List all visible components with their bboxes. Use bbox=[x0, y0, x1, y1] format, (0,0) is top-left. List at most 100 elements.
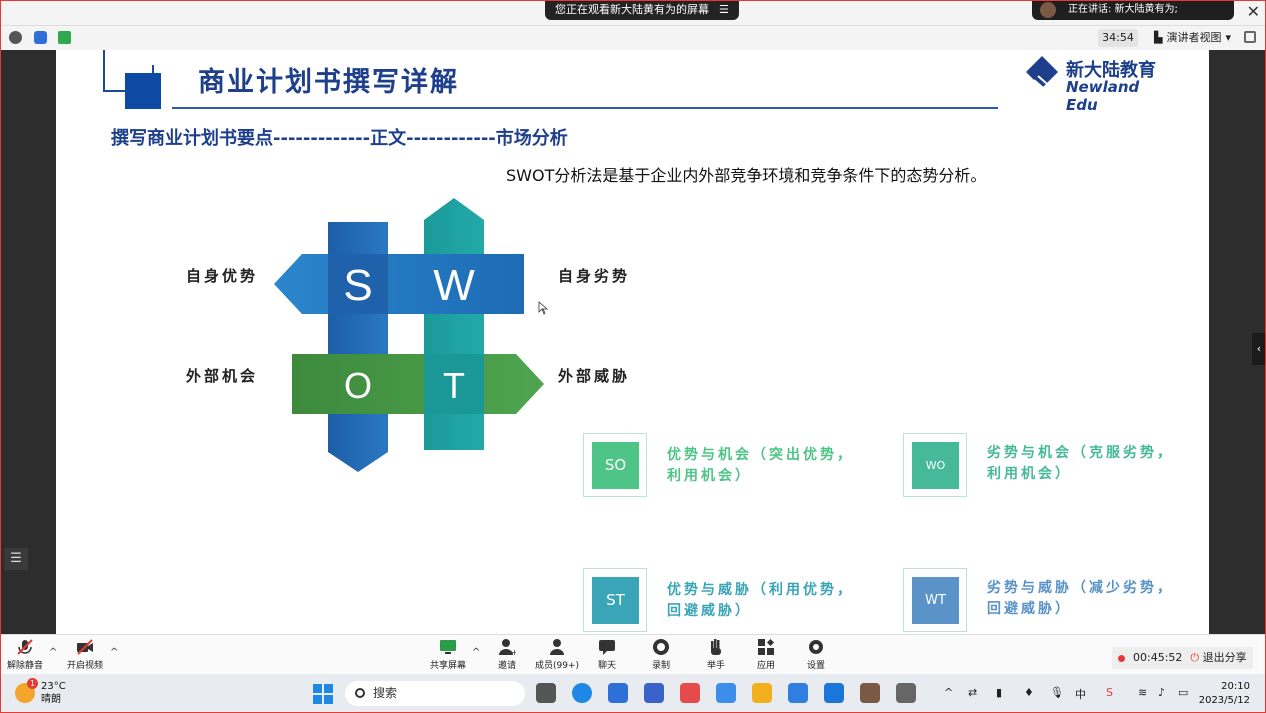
speaker-avatar bbox=[1040, 2, 1056, 18]
settings-button[interactable]: 设置 bbox=[791, 638, 841, 671]
chevron-up-icon[interactable]: ^ bbox=[49, 647, 57, 658]
invite-button[interactable]: + 邀请 bbox=[482, 638, 532, 671]
notification-badge: 1 bbox=[27, 678, 38, 689]
left-gutter bbox=[0, 50, 56, 634]
share-banner-text: 您正在观看新大陆黄有为的屏幕 bbox=[555, 3, 709, 16]
layout-icon: ▙ bbox=[1154, 31, 1163, 44]
wifi-icon[interactable]: ≋ bbox=[1138, 686, 1147, 699]
sogou-icon[interactable]: S bbox=[1106, 686, 1113, 699]
slide-title: 商业计划书撰写详解 bbox=[198, 67, 459, 98]
view-mode-button[interactable]: ▙ 演讲者视图 ▾ bbox=[1148, 29, 1237, 47]
app-tray-icon[interactable]: ▮ bbox=[996, 686, 1002, 699]
taskbar-search[interactable]: 搜索 bbox=[345, 681, 525, 706]
meeting-toolbar: 解除静音 ^ 开启视频 ^ 共享屏幕 ^ + 邀请 成员(99+) 聊天 录制 bbox=[0, 634, 1266, 674]
shared-slide: 商业计划书撰写详解 新大陆教育 Newland Edu 撰写商业计划书要点---… bbox=[56, 50, 1209, 634]
weather-condition: 晴朗 bbox=[41, 694, 61, 705]
speaking-text: 正在讲话: 新大陆黄有为; bbox=[1068, 4, 1178, 15]
members-button[interactable]: 成员(99+) bbox=[532, 638, 582, 671]
swot-letter-o: O bbox=[344, 365, 372, 406]
invite-label: 邀请 bbox=[497, 661, 516, 671]
task-view-icon[interactable] bbox=[536, 683, 556, 703]
user-app-icon[interactable] bbox=[860, 683, 880, 703]
microphone-icon[interactable]: 🎙 bbox=[1050, 686, 1064, 699]
sync-icon[interactable]: ⇄ bbox=[968, 686, 977, 699]
share-screen-button[interactable]: 共享屏幕 bbox=[423, 638, 473, 671]
raise-hand-button[interactable]: 举手 bbox=[691, 638, 741, 671]
file-explorer-icon[interactable] bbox=[752, 683, 772, 703]
apps-button[interactable]: 应用 bbox=[741, 638, 791, 671]
video-off-icon bbox=[77, 639, 93, 655]
app-icon[interactable] bbox=[644, 683, 664, 703]
meeting-top-bar: 您正在观看新大陆黄有为的屏幕 ☰ 正在讲话: 新大陆黄有为; ✕ bbox=[0, 0, 1266, 26]
windows-start-icon[interactable] bbox=[313, 684, 333, 704]
microphone-muted-icon bbox=[17, 639, 33, 655]
weather-widget[interactable]: 1 23°C 晴朗 bbox=[15, 678, 66, 706]
slide-description: SWOT分析法是基于企业内外部竞争环境和竞争条件下的态势分析。 bbox=[506, 166, 987, 185]
stop-share-button[interactable]: ⏻ 退出分享 bbox=[1190, 647, 1246, 669]
meeting-control-bar: 34:54 ▙ 演讲者视图 ▾ bbox=[0, 26, 1266, 50]
strategy-wo: WO 劣势与机会（克服劣势，利用机会） bbox=[903, 433, 1203, 503]
members-label: 成员(99+) bbox=[534, 661, 580, 671]
taskbar-clock[interactable]: 20:10 2023/5/12 bbox=[1199, 680, 1250, 708]
strategy-so: SO 优势与机会（突出优势，利用机会） bbox=[583, 433, 883, 503]
meeting-app-icon[interactable] bbox=[824, 683, 844, 703]
menu-icon[interactable]: ☰ bbox=[719, 0, 729, 20]
cloud-app-icon[interactable] bbox=[716, 683, 736, 703]
view-mode-label: 演讲者视图 bbox=[1166, 31, 1222, 44]
store-icon[interactable] bbox=[608, 683, 628, 703]
search-icon bbox=[355, 688, 365, 698]
share-screen-icon bbox=[440, 640, 456, 654]
edge-browser-icon[interactable] bbox=[572, 683, 592, 703]
fullscreen-icon[interactable] bbox=[1244, 31, 1256, 43]
label-opportunity: 外部机会 bbox=[186, 367, 259, 385]
label-threat: 外部威胁 bbox=[558, 367, 631, 385]
swot-graphic: S W O T bbox=[274, 198, 544, 472]
slide-subtitle: 撰写商业计划书要点-------------正文------------市场分析 bbox=[111, 128, 568, 149]
app-tray-icon[interactable]: ♦ bbox=[1024, 686, 1034, 699]
clock-time: 20:10 bbox=[1221, 681, 1250, 692]
feishu-icon[interactable] bbox=[788, 683, 808, 703]
raise-hand-label: 举手 bbox=[706, 661, 725, 671]
windows-taskbar: 1 23°C 晴朗 搜索 ^ ⇄ ▮ ♦ 🎙 中 S ≋ ♪ ▭ 20:10 2… bbox=[0, 674, 1266, 713]
ime-indicator[interactable]: 中 bbox=[1075, 686, 1086, 702]
chat-button[interactable]: 聊天 bbox=[582, 638, 632, 671]
record-button[interactable]: 录制 bbox=[636, 638, 686, 671]
side-panel-toggle[interactable]: ‹ bbox=[1252, 333, 1266, 365]
battery-icon[interactable]: ▭ bbox=[1178, 686, 1188, 699]
strategy-code: SO bbox=[592, 442, 639, 489]
hand-icon bbox=[711, 639, 721, 655]
recording-status: 00:45:52 ⏻ 退出分享 bbox=[1112, 647, 1253, 669]
chat-icon bbox=[599, 640, 615, 655]
strategy-text: 优势与威胁（利用优势，回避威胁） bbox=[667, 582, 854, 619]
signal-icon[interactable] bbox=[58, 31, 71, 44]
swot-o-bar bbox=[292, 354, 544, 414]
huawei-app-icon[interactable] bbox=[680, 683, 700, 703]
speaking-indicator: 正在讲话: 新大陆黄有为; bbox=[1032, 0, 1234, 20]
chevron-up-icon[interactable]: ^ bbox=[472, 647, 480, 658]
strategy-st: ST 优势与威胁（利用优势，回避威胁） bbox=[583, 568, 883, 634]
logo-text-en: Newland Edu bbox=[1066, 78, 1140, 114]
apps-icon bbox=[758, 639, 774, 655]
label-strength: 自身优势 bbox=[186, 267, 259, 285]
video-label: 开启视频 bbox=[66, 661, 103, 671]
strategy-text: 劣势与威胁（减少劣势，回避威胁） bbox=[987, 580, 1174, 617]
meeting-timer: 34:54 bbox=[1098, 29, 1138, 47]
title-decoration bbox=[103, 50, 105, 90]
apps-label: 应用 bbox=[756, 661, 775, 671]
chevron-up-icon[interactable]: ^ bbox=[944, 686, 953, 699]
title-rule bbox=[172, 107, 998, 109]
stop-share-label: 退出分享 bbox=[1202, 651, 1247, 664]
close-icon[interactable]: ✕ bbox=[1247, 2, 1260, 21]
recording-time: 00:45:52 bbox=[1133, 651, 1183, 664]
presentation-icon[interactable] bbox=[896, 683, 916, 703]
shield-icon[interactable] bbox=[34, 31, 47, 44]
video-button[interactable]: 开启视频 bbox=[60, 638, 110, 671]
strategy-text: 优势与机会（突出优势，利用机会） bbox=[667, 447, 854, 484]
mute-button[interactable]: 解除静音 bbox=[0, 638, 50, 671]
volume-icon[interactable]: ♪ bbox=[1158, 686, 1165, 699]
list-icon[interactable]: ☰ bbox=[4, 548, 28, 570]
info-icon[interactable] bbox=[9, 31, 22, 44]
strategy-code: ST bbox=[592, 577, 639, 624]
chevron-up-icon[interactable]: ^ bbox=[110, 647, 118, 658]
svg-text:+: + bbox=[511, 648, 516, 656]
